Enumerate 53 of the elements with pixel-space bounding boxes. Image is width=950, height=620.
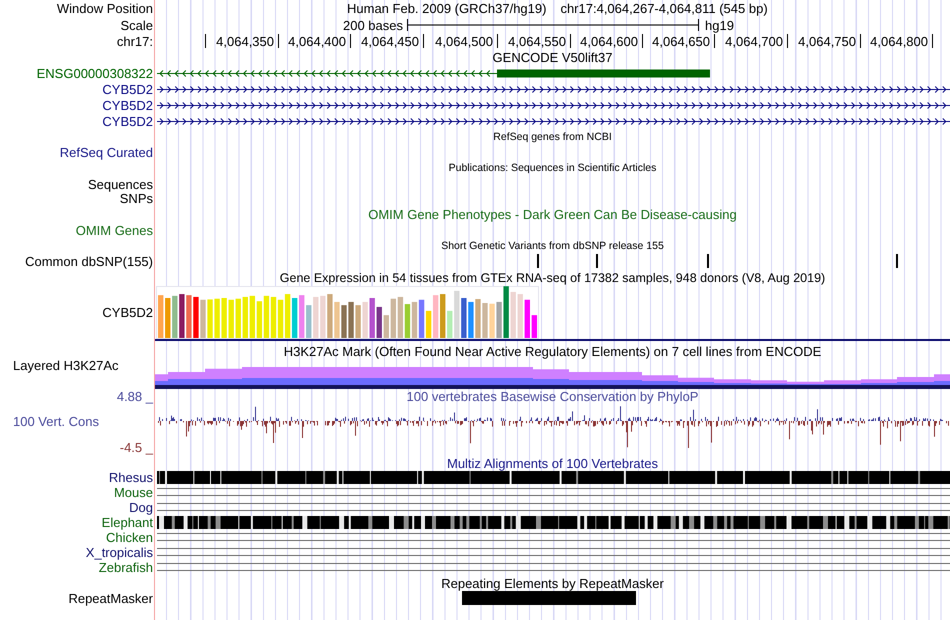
ruler-label: 4,064,750 [798,34,856,49]
species-label: Elephant [102,515,153,530]
gene-label[interactable]: CYB5D2 [102,98,153,112]
species-label: Chicken [106,530,153,545]
track-label[interactable]: OMIM Genes [76,223,153,238]
track-label[interactable]: Common dbSNP(155) [25,254,153,269]
track-label[interactable]: Layered H3K27Ac [13,358,119,373]
track-title: H3K27Ac Mark (Often Found Near Active Regulatory Elements) on 7 cell lines from ENCODE [284,344,822,359]
track-title: Short Genetic Variants from dbSNP release 155 [441,240,664,252]
species-label: Dog [129,500,153,515]
ruler-label: 4,064,700 [725,34,783,49]
ruler-label: 4,064,600 [580,34,638,49]
species-label: Rhesus [108,470,153,485]
track-title: 100 vertebrates Basewise Conservation by PhyloP [406,389,698,405]
variant-mark [896,254,898,268]
track-title: Gene Expression in 54 tissues from GTEx RNA-seq of 17382 samples, 948 donors (V8, Aug 2019) [280,270,826,284]
track-label[interactable]: CYB5D2 [102,305,153,320]
track-label[interactable]: SNPs [120,191,153,206]
track-label[interactable]: 100 Vert. Cons [13,415,99,429]
track-label[interactable]: RepeatMasker [68,591,153,606]
ruler-label: 4,064,550 [508,34,566,49]
assembly-title: Human Feb. 2009 (GRCh37/hg19) [347,1,546,16]
track-label: Window Position [56,1,153,16]
axis-max-label: 4.88 _ [116,390,153,404]
track-title: OMIM Gene Phenotypes - Dark Green Can Be Disease-causing [368,207,737,222]
ruler-label: 4,064,800 [870,34,928,49]
track-label: chr17: [116,34,153,49]
ruler-label: 4,064,650 [652,34,710,49]
scale-bar-text: 200 bases [343,18,403,32]
ruler-label: 4,064,400 [288,34,346,49]
track-label: Scale [120,18,153,32]
track-label[interactable]: RefSeq Curated [60,144,153,160]
variant-mark [537,254,539,268]
track-title: Publications: Sequences in Scientific Articles [448,162,656,174]
track-title: Repeating Elements by RepeatMasker [441,576,664,590]
axis-min-label: -4.5 _ [120,441,153,455]
ruler-label: 4,064,500 [435,34,493,49]
species-label: X_tropicalis [86,545,153,560]
gene-label[interactable]: ENSG00000308322 [36,66,153,80]
track-title: Multiz Alignments of 100 Vertebrates [446,456,658,470]
variant-mark [596,254,598,268]
ruler-label: 4,064,450 [361,34,419,49]
gene-label[interactable]: CYB5D2 [102,82,153,96]
variant-mark [707,254,709,268]
track-label[interactable]: Sequences [88,176,153,192]
assembly-name: hg19 [705,18,734,32]
track-title: RefSeq genes from NCBI [493,131,612,143]
gene-label[interactable]: CYB5D2 [102,114,153,128]
species-label: Mouse [114,485,153,500]
ruler-label: 4,064,350 [216,34,274,49]
position-range: chr17:4,064,267-4,064,811 (545 bp) [560,1,768,16]
track-title: GENCODE V50lift37 [492,50,612,65]
species-label: Zebrafish [98,560,153,575]
